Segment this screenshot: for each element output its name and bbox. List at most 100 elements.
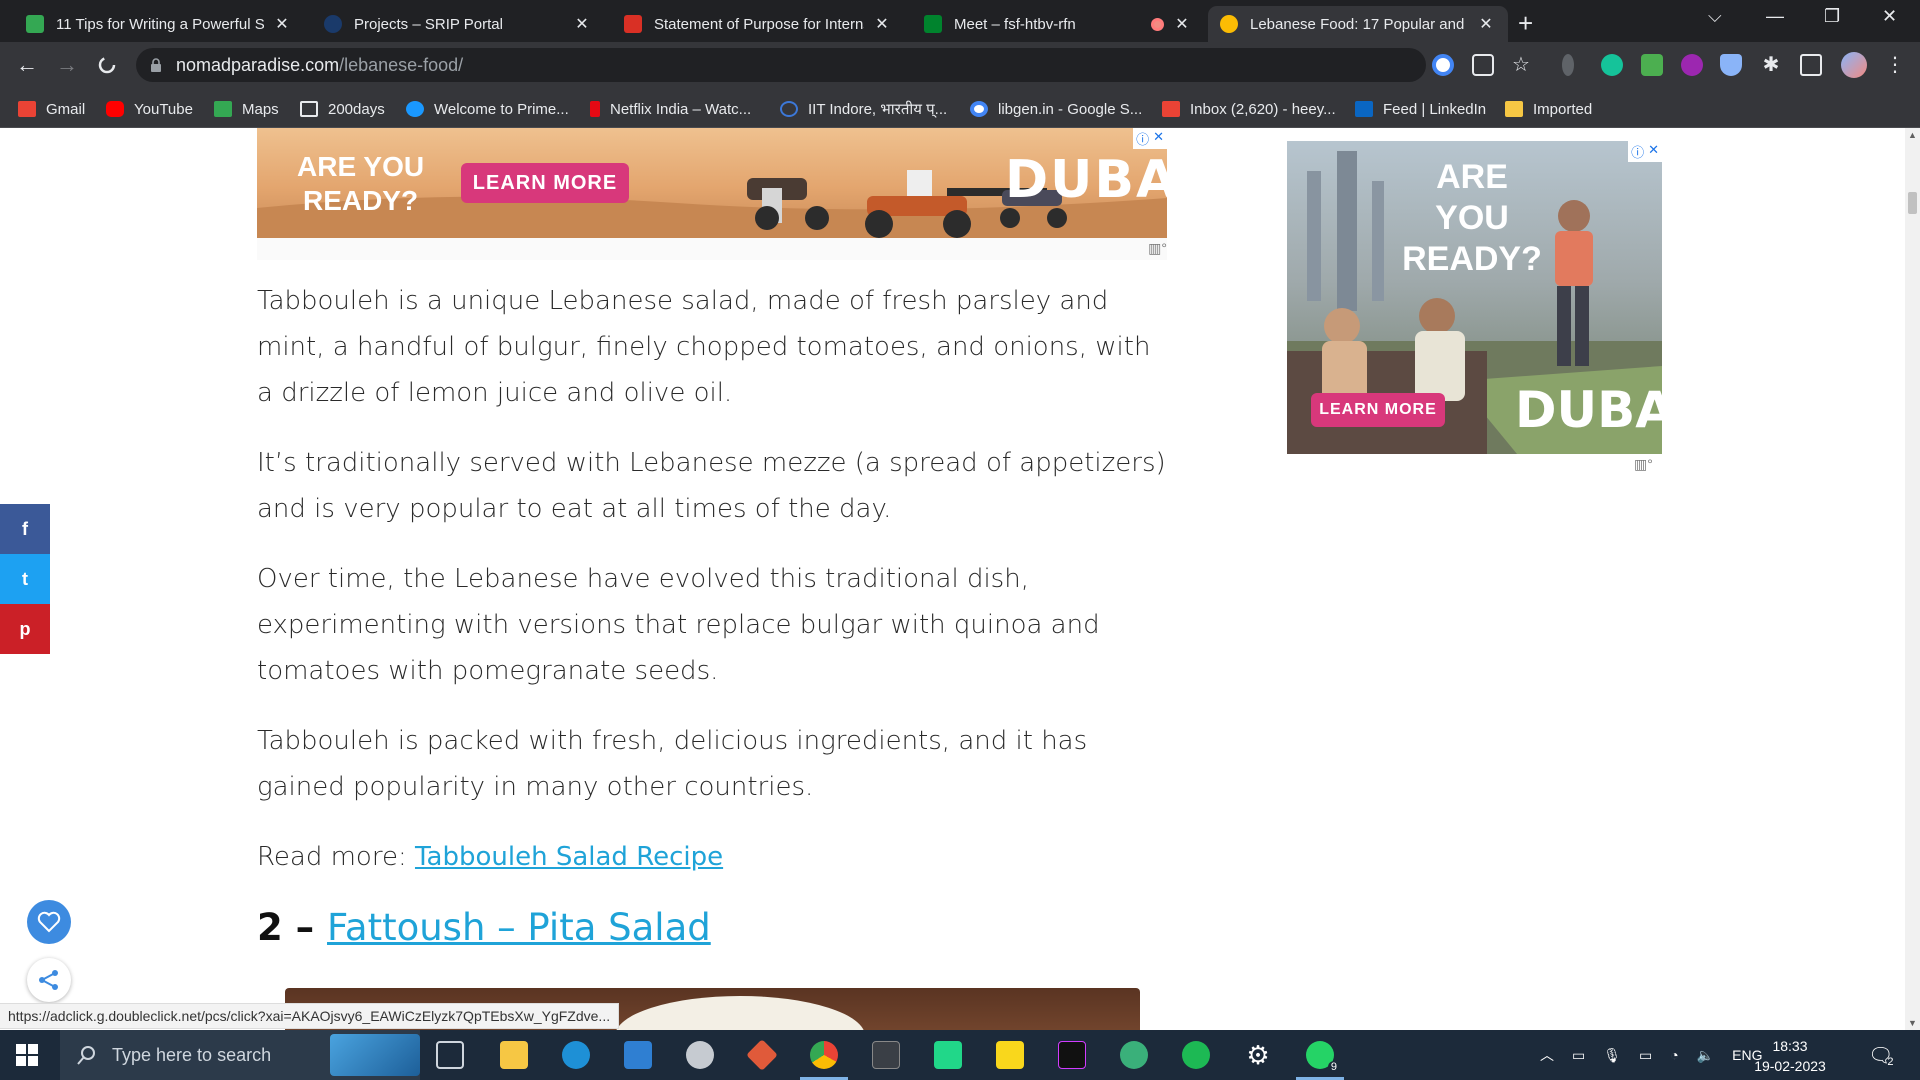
side-panel-icon[interactable]	[1800, 54, 1822, 76]
wifi-icon[interactable]: ◔	[1670, 1047, 1678, 1063]
ad-close-icon[interactable]: ✕	[1153, 129, 1164, 148]
bookmark-label: libgen.in - Google S...	[998, 100, 1143, 118]
bookmark-label: Maps	[242, 100, 279, 118]
bookmark-inbox[interactable]: Inbox (2,620) - heey...	[1162, 98, 1336, 120]
restore-icon[interactable]: ❐	[1824, 6, 1840, 27]
store-icon[interactable]	[624, 1041, 652, 1069]
purple-extension-icon[interactable]	[1681, 54, 1703, 76]
nomad-favicon-icon	[1220, 15, 1238, 33]
doc-favicon-icon	[26, 15, 44, 33]
task-view-icon[interactable]	[436, 1041, 464, 1069]
ad-learn-more-button[interactable]: LEARN MORE	[461, 163, 629, 203]
close-tab-icon[interactable]: ✕	[872, 14, 892, 34]
minimize-icon[interactable]: —	[1766, 6, 1784, 27]
terminal-window-icon[interactable]	[872, 1041, 900, 1069]
dubai-banner-ad[interactable]: ARE YOU READY? LEARN MORE DUBAI ⓘ✕	[257, 128, 1167, 238]
ad-choices[interactable]: ⓘ ✕	[1628, 141, 1662, 162]
ad-choices[interactable]: ⓘ ✕	[1133, 128, 1167, 149]
bookmark-label: 200days	[328, 100, 385, 118]
chrome-icon[interactable]	[810, 1041, 838, 1069]
back-arrow-icon[interactable]: ←	[12, 50, 42, 80]
loading-spinner-icon[interactable]	[92, 50, 122, 80]
bookmark-label: Welcome to Prime...	[434, 100, 569, 118]
bookmark-prime[interactable]: Welcome to Prime...	[406, 98, 569, 120]
bookmark-star-icon[interactable]: ☆	[1510, 54, 1532, 76]
grammarly-icon[interactable]	[1601, 54, 1623, 76]
ad-close-icon[interactable]: ✕	[1648, 142, 1659, 161]
article-body: Tabbouleh is a unique Lebanese salad, ma…	[257, 278, 1167, 949]
page-scrollbar[interactable]: ▲ ▼	[1905, 128, 1920, 1030]
dubai-sidebar-ad[interactable]: ARE YOU READY? LEARN MORE DUBAI ⓘ✕	[1287, 141, 1662, 454]
tab-2[interactable]: Projects – SRIP Portal ✕	[312, 6, 604, 42]
chatgpt-icon[interactable]	[1120, 1041, 1148, 1069]
sticky-notes-icon[interactable]	[996, 1041, 1024, 1069]
microphone-icon[interactable]: 🎙	[1603, 1047, 1621, 1064]
volume-icon[interactable]: 🔈	[1697, 1047, 1714, 1064]
google-lens-icon[interactable]	[1432, 54, 1454, 76]
inkscape-icon[interactable]	[686, 1041, 714, 1069]
bookmark-youtube[interactable]: YouTube	[106, 98, 193, 120]
extensions-puzzle-icon[interactable]: ✱	[1760, 54, 1782, 76]
battery-icon[interactable]: ▭	[1639, 1047, 1652, 1064]
forward-arrow-icon[interactable]: →	[52, 50, 82, 80]
new-tab-plus-icon[interactable]: +	[1518, 8, 1533, 39]
search-highlight-image	[330, 1034, 420, 1076]
taskbar-search-box[interactable]: Type here to search	[60, 1030, 420, 1080]
scroll-down-icon[interactable]: ▼	[1905, 1018, 1920, 1028]
favorite-heart-button[interactable]	[27, 900, 71, 944]
profile-avatar[interactable]	[1841, 52, 1867, 78]
whatsapp-icon[interactable]: 9	[1306, 1041, 1340, 1073]
tray-chevron-up-icon[interactable]: ︿	[1540, 1045, 1554, 1065]
windows-start-icon[interactable]	[16, 1044, 38, 1066]
scroll-up-icon[interactable]: ▲	[1905, 130, 1920, 140]
tab-4[interactable]: Meet – fsf-htbv-rfn ✕	[912, 6, 1204, 42]
ad-learn-more-button[interactable]: LEARN MORE	[1311, 393, 1445, 427]
section-heading-link[interactable]: Fattoush – Pita Salad	[327, 906, 711, 949]
edge-icon[interactable]	[562, 1041, 590, 1069]
pinterest-share-button[interactable]: p	[0, 604, 50, 654]
bookmark-iit-indore[interactable]: IIT Indore, भारतीय प्...	[780, 98, 947, 120]
terminal-icon[interactable]	[1058, 1041, 1086, 1069]
bookmarks-bar: Gmail YouTube Maps 200days Welcome to Pr…	[0, 88, 1920, 128]
git-icon[interactable]	[746, 1039, 778, 1071]
share-plus-button[interactable]	[27, 958, 71, 1002]
shield-extension-icon[interactable]	[1720, 54, 1742, 76]
close-tab-icon[interactable]: ✕	[272, 14, 292, 34]
scrollbar-thumb[interactable]	[1908, 192, 1917, 214]
bookmark-imported[interactable]: Imported	[1505, 98, 1592, 120]
ad-mark-icon: ▥°	[1148, 240, 1167, 256]
file-explorer-icon[interactable]	[500, 1041, 528, 1069]
bookmark-maps[interactable]: Maps	[214, 98, 279, 120]
ad-info-icon[interactable]: ⓘ	[1136, 129, 1149, 148]
extension-grey-icon[interactable]	[1562, 54, 1574, 76]
address-bar[interactable]: nomadparadise.com/lebanese-food/	[136, 48, 1426, 82]
meet-now-icon[interactable]: ▭	[1572, 1047, 1585, 1064]
bookmark-linkedin[interactable]: Feed | LinkedIn	[1355, 98, 1486, 120]
tab-3[interactable]: Statement of Purpose for Interns ✕	[612, 6, 904, 42]
window-close-icon[interactable]: ✕	[1882, 6, 1897, 27]
settings-gear-icon[interactable]: ⚙	[1244, 1041, 1272, 1069]
bookmark-gmail[interactable]: Gmail	[18, 98, 85, 120]
ad-info-icon[interactable]: ⓘ	[1631, 142, 1644, 161]
tree-extension-icon[interactable]	[1641, 54, 1663, 76]
close-tab-icon[interactable]: ✕	[572, 14, 592, 34]
bookmark-label: Imported	[1533, 100, 1593, 118]
pycharm-icon[interactable]	[934, 1041, 962, 1069]
bookmark-libgen[interactable]: libgen.in - Google S...	[970, 98, 1142, 120]
tab-5-active[interactable]: Lebanese Food: 17 Popular and T ✕	[1208, 6, 1508, 42]
taskbar-clock[interactable]: 18:33 19-02-2023	[1740, 1036, 1840, 1076]
url-path: /lebanese-food/	[339, 54, 464, 75]
read-more-link[interactable]: Tabbouleh Salad Recipe	[415, 842, 723, 872]
notification-center-button[interactable]: 🗨 2	[1868, 1030, 1894, 1080]
tab-search-chevron-icon[interactable]: ⌵	[1708, 6, 1722, 27]
twitter-share-button[interactable]: t	[0, 554, 50, 604]
spotify-icon[interactable]	[1182, 1041, 1210, 1069]
share-icon[interactable]	[1472, 54, 1494, 76]
chrome-menu-icon[interactable]: ⋮	[1884, 54, 1906, 76]
facebook-share-button[interactable]: f	[0, 504, 50, 554]
close-tab-icon[interactable]: ✕	[1172, 14, 1192, 34]
bookmark-netflix[interactable]: Netflix India – Watc...	[590, 98, 751, 120]
bookmark-200days[interactable]: 200days	[300, 98, 385, 120]
tab-1[interactable]: 11 Tips for Writing a Powerful Sta ✕	[14, 6, 304, 42]
close-tab-icon[interactable]: ✕	[1476, 14, 1496, 34]
